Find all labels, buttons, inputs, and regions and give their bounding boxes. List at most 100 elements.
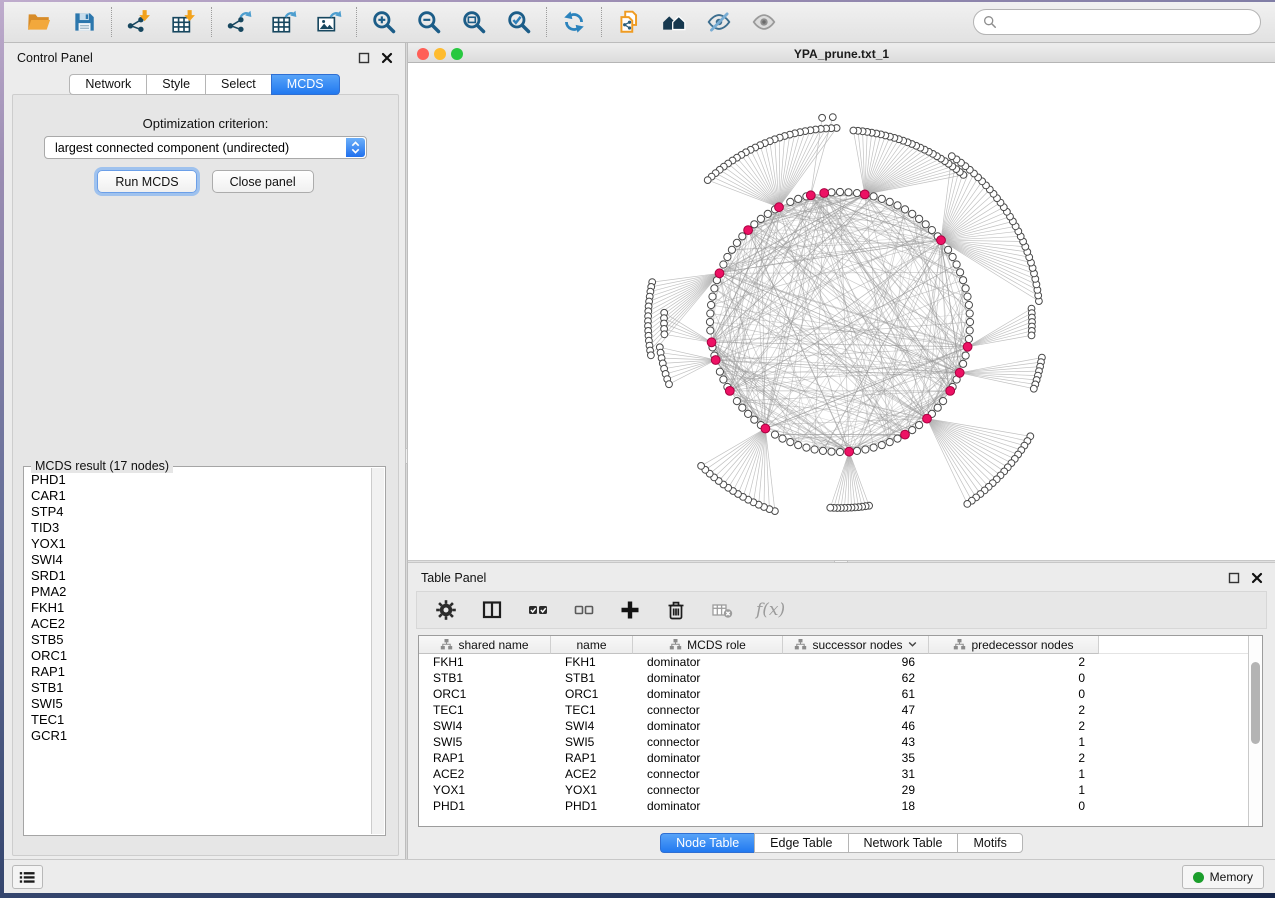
table-cell[interactable]: STB1 (551, 670, 633, 686)
table-cell[interactable]: ORC1 (419, 686, 551, 702)
table-row[interactable]: SWI5SWI5connector431 (419, 734, 1248, 750)
table-row[interactable]: FKH1FKH1dominator962 (419, 654, 1248, 670)
table-cell[interactable]: PHD1 (419, 798, 551, 814)
duplicate-network-button[interactable] (615, 8, 643, 36)
table-cell[interactable]: 29 (783, 782, 929, 798)
mcds-node-item[interactable]: SWI5 (31, 696, 385, 712)
close-panel-action-button[interactable]: Close panel (212, 170, 314, 193)
zoom-selected-button[interactable] (505, 8, 533, 36)
tab-select[interactable]: Select (205, 74, 271, 95)
table-cell[interactable]: connector (633, 782, 783, 798)
zoom-in-button[interactable] (370, 8, 398, 36)
mcds-node-item[interactable]: ACE2 (31, 616, 385, 632)
minimize-window-button[interactable] (434, 48, 446, 60)
column-header-successor-nodes[interactable]: successor nodes (783, 636, 929, 654)
hide-selected-button[interactable] (705, 8, 733, 36)
table-cell[interactable]: ACE2 (551, 766, 633, 782)
network-canvas[interactable] (408, 63, 1275, 560)
table-cell[interactable]: SWI5 (419, 734, 551, 750)
mcds-node-item[interactable]: STP4 (31, 504, 385, 520)
table-cell[interactable]: 0 (929, 798, 1099, 814)
table-cell[interactable]: RAP1 (419, 750, 551, 766)
table-row[interactable]: YOX1YOX1connector291 (419, 782, 1248, 798)
mcds-node-item[interactable]: CAR1 (31, 488, 385, 504)
mcds-node-item[interactable]: TID3 (31, 520, 385, 536)
export-table-button[interactable] (270, 8, 298, 36)
satellite-nodes[interactable] (645, 114, 1046, 515)
table-cell[interactable]: ACE2 (419, 766, 551, 782)
mcds-node-item[interactable]: SRD1 (31, 568, 385, 584)
mcds-node-item[interactable]: YOX1 (31, 536, 385, 552)
table-cell[interactable]: 2 (929, 702, 1099, 718)
mcds-node-item[interactable]: FKH1 (31, 600, 385, 616)
table-cell[interactable]: 61 (783, 686, 929, 702)
table-cell[interactable]: 47 (783, 702, 929, 718)
table-cell[interactable]: dominator (633, 686, 783, 702)
delete-button[interactable] (663, 597, 689, 623)
table-cell[interactable]: TEC1 (419, 702, 551, 718)
export-image-button[interactable] (315, 8, 343, 36)
export-network-button[interactable] (225, 8, 253, 36)
settings-gear-button[interactable] (433, 597, 459, 623)
table-cell[interactable]: 31 (783, 766, 929, 782)
table-cell[interactable]: 1 (929, 734, 1099, 750)
close-window-button[interactable] (417, 48, 429, 60)
table-cell[interactable]: RAP1 (551, 750, 633, 766)
table-row[interactable]: RAP1RAP1dominator352 (419, 750, 1248, 766)
select-all-button[interactable] (525, 597, 551, 623)
table-row[interactable]: STB1STB1dominator620 (419, 670, 1248, 686)
table-cell[interactable]: 1 (929, 782, 1099, 798)
table-cell[interactable]: 62 (783, 670, 929, 686)
table-cell[interactable]: SWI5 (551, 734, 633, 750)
mcds-node-item[interactable]: ORC1 (31, 648, 385, 664)
columns-button[interactable] (479, 597, 505, 623)
column-header-name[interactable]: name (551, 636, 633, 654)
criterion-dropdown[interactable]: largest connected component (undirected) (44, 136, 367, 159)
table-cell[interactable]: PHD1 (551, 798, 633, 814)
open-button[interactable] (25, 8, 53, 36)
mcds-node-item[interactable]: PMA2 (31, 584, 385, 600)
table-cell[interactable]: YOX1 (551, 782, 633, 798)
task-history-button[interactable] (12, 865, 43, 889)
column-header-MCDS-role[interactable]: MCDS role (633, 636, 783, 654)
table-cell[interactable]: ORC1 (551, 686, 633, 702)
import-network-button[interactable] (125, 8, 153, 36)
table-cell[interactable]: TEC1 (551, 702, 633, 718)
column-header-shared-name[interactable]: shared name (419, 636, 551, 654)
table-cell[interactable]: FKH1 (419, 654, 551, 670)
table-cell[interactable]: SWI4 (551, 718, 633, 734)
zoom-window-button[interactable] (451, 48, 463, 60)
mcds-node-item[interactable]: GCR1 (31, 728, 385, 744)
tab-network-table[interactable]: Network Table (848, 833, 958, 853)
first-neighbors-button[interactable] (660, 8, 688, 36)
close-table-panel-button[interactable] (1251, 571, 1265, 585)
tab-style[interactable]: Style (146, 74, 205, 95)
table-cell[interactable]: STB1 (419, 670, 551, 686)
table-cell[interactable]: connector (633, 766, 783, 782)
table-scrollbar[interactable] (1248, 636, 1262, 826)
table-cell[interactable]: 2 (929, 750, 1099, 766)
network-graph[interactable] (408, 63, 1275, 560)
float-table-panel-button[interactable] (1228, 571, 1242, 585)
tab-edge-table[interactable]: Edge Table (754, 833, 847, 853)
run-mcds-button[interactable]: Run MCDS (97, 170, 196, 193)
tab-node-table[interactable]: Node Table (660, 833, 754, 853)
add-button[interactable] (617, 597, 643, 623)
mcds-result-scrollbar[interactable] (371, 468, 384, 834)
table-cell[interactable]: dominator (633, 750, 783, 766)
table-cell[interactable]: 35 (783, 750, 929, 766)
table-row[interactable]: ORC1ORC1dominator610 (419, 686, 1248, 702)
table-row[interactable]: ACE2ACE2connector311 (419, 766, 1248, 782)
table-row[interactable]: TEC1TEC1connector472 (419, 702, 1248, 718)
table-cell[interactable]: dominator (633, 798, 783, 814)
table-cell[interactable]: YOX1 (419, 782, 551, 798)
table-cell[interactable]: dominator (633, 718, 783, 734)
table-cell[interactable]: dominator (633, 654, 783, 670)
show-all-button[interactable] (750, 8, 778, 36)
mcds-node-item[interactable]: SWI4 (31, 552, 385, 568)
table-cell[interactable]: 96 (783, 654, 929, 670)
table-cell[interactable]: 2 (929, 718, 1099, 734)
table-cell[interactable]: 18 (783, 798, 929, 814)
mcds-node-item[interactable]: RAP1 (31, 664, 385, 680)
table-cell[interactable]: 46 (783, 718, 929, 734)
